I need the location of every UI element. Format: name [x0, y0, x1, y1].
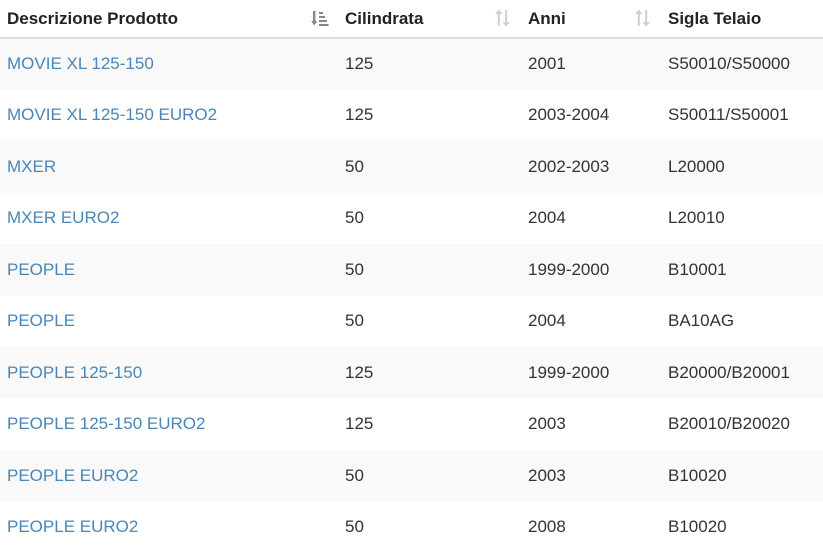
frame-cell: B10020	[660, 502, 823, 553]
product-link[interactable]: PEOPLE	[7, 260, 75, 279]
table-row: PEOPLE 125-150 EURO2 125 2003 B20010/B20…	[0, 399, 823, 451]
years-cell: 2001	[520, 38, 660, 90]
frame-cell: B10020	[660, 450, 823, 502]
years-cell: 2004	[520, 296, 660, 348]
product-link[interactable]: PEOPLE	[7, 311, 75, 330]
cc-cell: 125	[337, 38, 520, 90]
product-link[interactable]: PEOPLE 125-150 EURO2	[7, 414, 205, 433]
table-row: PEOPLE EURO2 50 2003 B10020	[0, 450, 823, 502]
years-cell: 2003-2004	[520, 90, 660, 142]
product-cell: MOVIE XL 125-150	[0, 38, 337, 90]
product-link[interactable]: MOVIE XL 125-150 EURO2	[7, 105, 217, 124]
cc-cell: 125	[337, 399, 520, 451]
years-cell: 2003	[520, 399, 660, 451]
product-cell: MOVIE XL 125-150 EURO2	[0, 90, 337, 142]
cc-cell: 125	[337, 347, 520, 399]
table-row: PEOPLE 50 1999-2000 B10001	[0, 244, 823, 296]
frame-cell: S50010/S50000	[660, 38, 823, 90]
product-cell: PEOPLE EURO2	[0, 502, 337, 553]
product-cell: MXER	[0, 141, 337, 193]
product-link[interactable]: PEOPLE 125-150	[7, 363, 142, 382]
cc-cell: 50	[337, 502, 520, 553]
cc-cell: 50	[337, 193, 520, 245]
column-header-descrizione-prodotto[interactable]: Descrizione Prodotto	[0, 0, 337, 38]
cc-cell: 125	[337, 90, 520, 142]
frame-cell: S50011/S50001	[660, 90, 823, 142]
product-cell: PEOPLE	[0, 296, 337, 348]
years-cell: 1999-2000	[520, 347, 660, 399]
cc-cell: 50	[337, 141, 520, 193]
table-row: PEOPLE EURO2 50 2008 B10020	[0, 502, 823, 553]
years-cell: 2008	[520, 502, 660, 553]
years-cell: 2004	[520, 193, 660, 245]
sort-unsorted-icon[interactable]	[494, 9, 512, 27]
column-header-label: Sigla Telaio	[668, 9, 761, 28]
product-cell: PEOPLE EURO2	[0, 450, 337, 502]
table-row: PEOPLE 125-150 125 1999-2000 B20000/B200…	[0, 347, 823, 399]
column-header-label: Cilindrata	[345, 9, 423, 28]
product-cell: PEOPLE	[0, 244, 337, 296]
table-row: PEOPLE 50 2004 BA10AG	[0, 296, 823, 348]
product-link[interactable]: PEOPLE EURO2	[7, 517, 138, 536]
product-link[interactable]: MOVIE XL 125-150	[7, 54, 154, 73]
column-header-anni[interactable]: Anni	[520, 0, 660, 38]
column-header-sigla-telaio: Sigla Telaio	[660, 0, 823, 38]
frame-cell: B10001	[660, 244, 823, 296]
table-header-row: Descrizione Prodotto Cilindrata	[0, 0, 823, 38]
frame-cell: B20000/B20001	[660, 347, 823, 399]
table-row: MOVIE XL 125-150 EURO2 125 2003-2004 S50…	[0, 90, 823, 142]
product-link[interactable]: MXER EURO2	[7, 208, 119, 227]
product-cell: PEOPLE 125-150 EURO2	[0, 399, 337, 451]
years-cell: 2003	[520, 450, 660, 502]
sort-ascending-icon[interactable]	[311, 9, 329, 27]
cc-cell: 50	[337, 450, 520, 502]
frame-cell: L20010	[660, 193, 823, 245]
product-cell: MXER EURO2	[0, 193, 337, 245]
product-link[interactable]: PEOPLE EURO2	[7, 466, 138, 485]
table-row: MOVIE XL 125-150 125 2001 S50010/S50000	[0, 38, 823, 90]
cc-cell: 50	[337, 244, 520, 296]
table-row: MXER EURO2 50 2004 L20010	[0, 193, 823, 245]
frame-cell: B20010/B20020	[660, 399, 823, 451]
years-cell: 2002-2003	[520, 141, 660, 193]
products-table: Descrizione Prodotto Cilindrata	[0, 0, 823, 553]
column-header-label: Anni	[528, 9, 566, 28]
years-cell: 1999-2000	[520, 244, 660, 296]
cc-cell: 50	[337, 296, 520, 348]
column-header-label: Descrizione Prodotto	[7, 9, 178, 28]
frame-cell: BA10AG	[660, 296, 823, 348]
product-cell: PEOPLE 125-150	[0, 347, 337, 399]
column-header-cilindrata[interactable]: Cilindrata	[337, 0, 520, 38]
table-row: MXER 50 2002-2003 L20000	[0, 141, 823, 193]
frame-cell: L20000	[660, 141, 823, 193]
sort-unsorted-icon[interactable]	[634, 9, 652, 27]
product-link[interactable]: MXER	[7, 157, 56, 176]
